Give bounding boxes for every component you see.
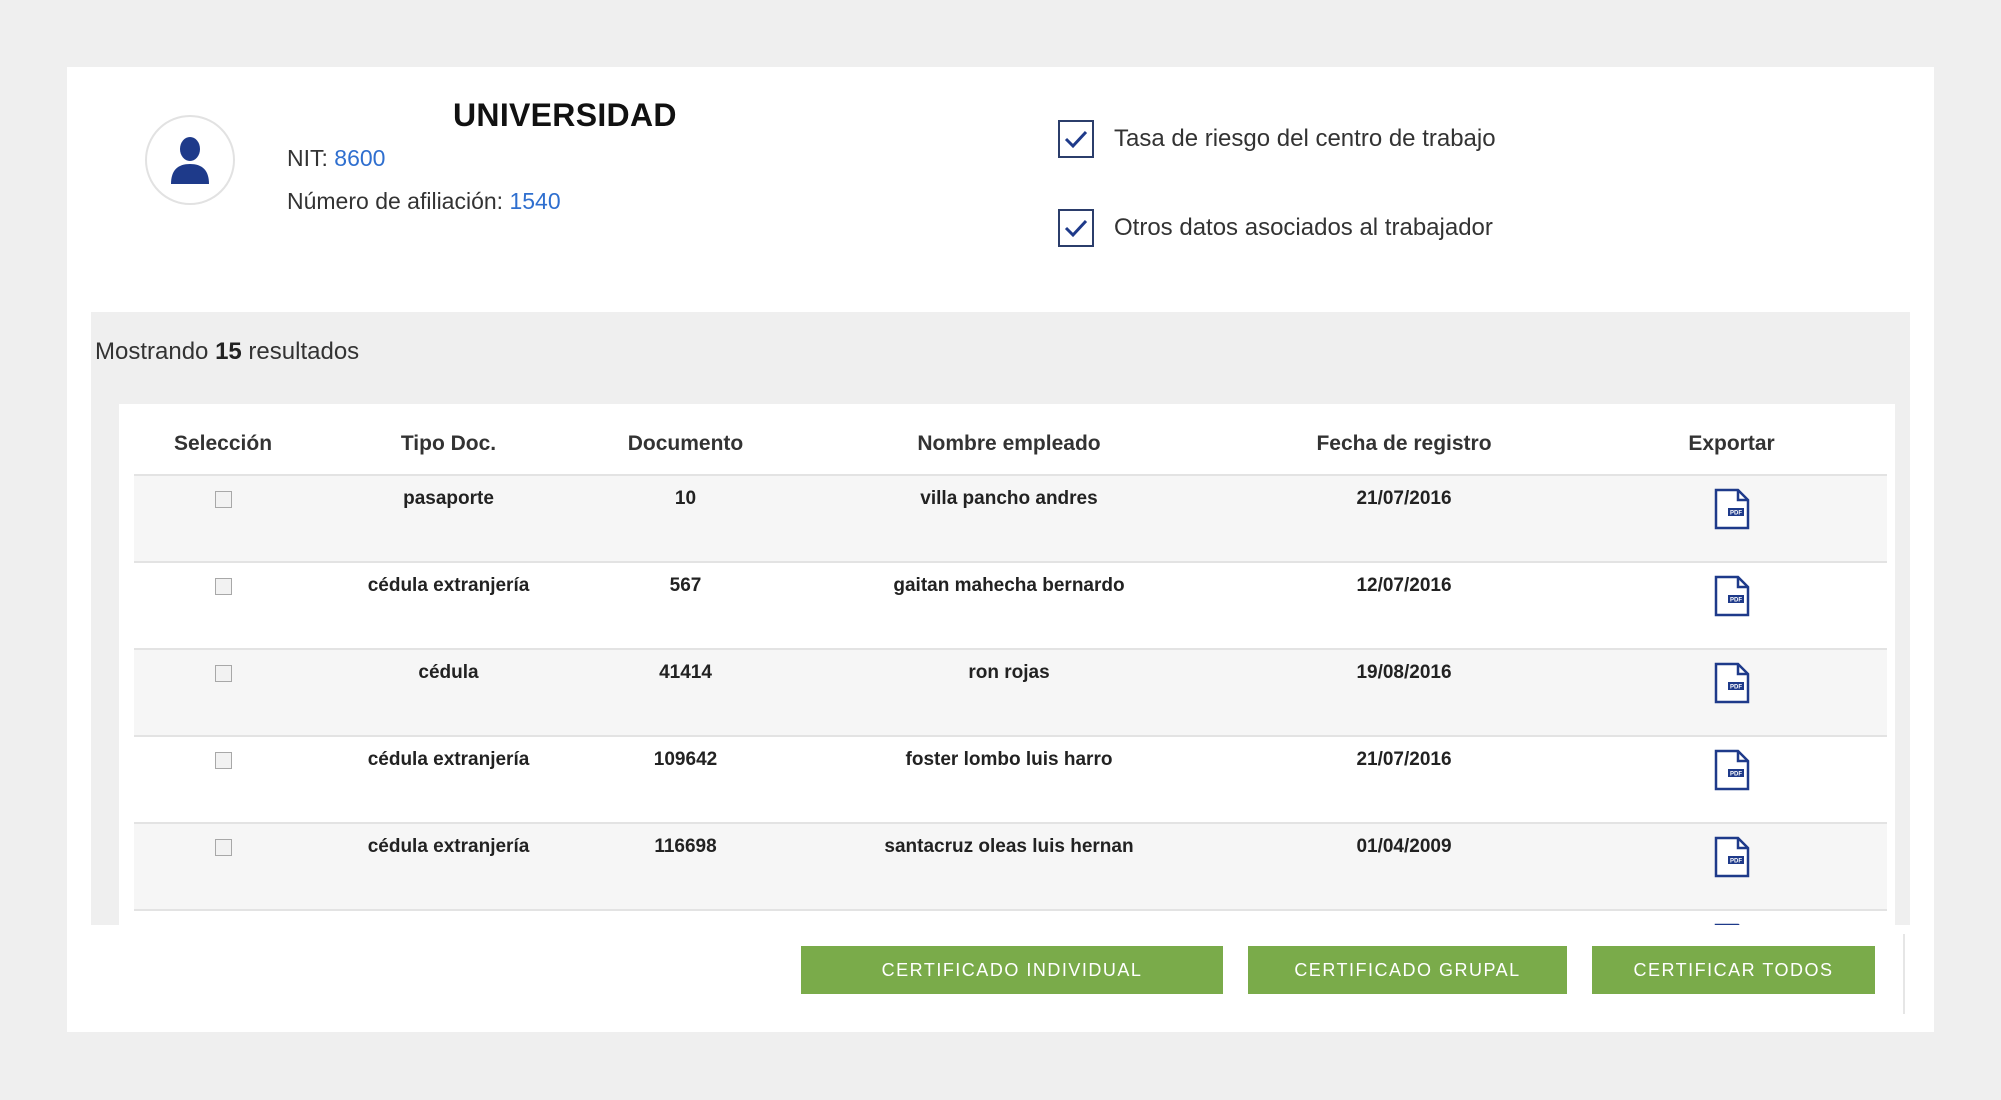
svg-text:PDF: PDF: [1730, 685, 1742, 691]
certificar-todos-button[interactable]: CERTIFICAR TODOS: [1592, 946, 1875, 994]
cell-seleccion: [134, 649, 312, 737]
cell-exportar: PDF: [1576, 910, 1887, 925]
cell-tipo-doc: cédula: [312, 649, 585, 737]
employees-table-container: Selección Tipo Doc. Documento Nombre emp…: [119, 404, 1895, 925]
pdf-file-icon[interactable]: PDF: [1714, 662, 1750, 710]
cell-tipo-doc: pasaporte: [312, 475, 585, 563]
cell-fecha: 01/04/2009: [1232, 823, 1576, 911]
cell-seleccion: [134, 475, 312, 563]
checkmark-icon: [1064, 130, 1088, 149]
row-select-checkbox[interactable]: [214, 578, 232, 595]
nit-label: NIT:: [287, 145, 335, 171]
nit-line: NIT: 8600: [287, 145, 385, 172]
cell-tipo-doc: cédula extranjería: [312, 823, 585, 911]
affiliation-line: Número de afiliación: 1540: [287, 188, 561, 215]
cell-documento: 41414: [585, 649, 786, 737]
column-header-seleccion[interactable]: Selección: [134, 414, 312, 476]
table-header-row: Selección Tipo Doc. Documento Nombre emp…: [134, 414, 1887, 476]
cell-exportar: PDF: [1576, 736, 1887, 824]
cell-fecha: 12/07/2016: [1232, 562, 1576, 650]
cell-fecha: 21/07/2016: [1232, 475, 1576, 563]
option-risk-rate[interactable]: Tasa de riesgo del centro de trabajo: [1058, 120, 1496, 158]
risk-rate-checkbox[interactable]: [1058, 120, 1094, 158]
cell-nombre: santacruz oleas luis hernan: [786, 823, 1232, 911]
other-data-checkbox[interactable]: [1058, 209, 1094, 247]
avatar: [145, 115, 235, 205]
cell-seleccion: [134, 562, 312, 650]
results-count: Mostrando 15 resultados: [95, 338, 360, 365]
checkmark-icon: [1064, 219, 1088, 238]
cell-nombre: foster lombo luis harro: [786, 736, 1232, 824]
cell-documento: 116698: [585, 823, 786, 911]
employer-card: UNIVERSIDAD NIT: 8600 Número de afiliaci…: [67, 67, 1934, 1032]
column-header-documento[interactable]: Documento: [585, 414, 786, 476]
row-select-checkbox[interactable]: [214, 665, 232, 682]
pdf-file-icon[interactable]: PDF: [1714, 488, 1750, 536]
table-row: cédula extranjería 109642 foster lombo lui…: [134, 736, 1887, 824]
cell-tipo-doc: cédula extranjería: [312, 562, 585, 650]
cell-nombre: ron rojas: [786, 649, 1232, 737]
company-name: UNIVERSIDAD: [453, 97, 677, 133]
cell-exportar: PDF: [1576, 649, 1887, 737]
divider: [1903, 934, 1905, 1014]
column-header-tipo-doc[interactable]: Tipo Doc.: [312, 414, 585, 476]
column-header-fecha[interactable]: Fecha de registro: [1232, 414, 1576, 476]
other-data-label: Otros datos asociados al trabajador: [1114, 214, 1493, 241]
option-other-data[interactable]: Otros datos asociados al trabajador: [1058, 209, 1493, 247]
svg-text:PDF: PDF: [1730, 859, 1742, 865]
table-row: cédula extranjería243120kagehira mari27/…: [134, 910, 1887, 925]
table-row: cédula extranjería 116698 santacruz oleas …: [134, 823, 1887, 911]
svg-text:PDF: PDF: [1730, 598, 1742, 604]
table-row: cédula 41414 ron rojas 19/08/2016 PDF: [134, 649, 1887, 737]
cell-exportar: PDF: [1576, 562, 1887, 650]
cell-seleccion: [134, 910, 312, 925]
cell-documento: 109642: [585, 736, 786, 824]
certificado-grupal-button[interactable]: CERTIFICADO GRUPAL: [1248, 946, 1567, 994]
cell-documento: 243120: [585, 910, 786, 925]
cell-nombre: gaitan mahecha bernardo: [786, 562, 1232, 650]
row-select-checkbox[interactable]: [214, 839, 232, 856]
pdf-file-icon[interactable]: PDF: [1714, 575, 1750, 623]
risk-rate-label: Tasa de riesgo del centro de trabajo: [1114, 125, 1496, 152]
column-header-exportar[interactable]: Exportar: [1576, 414, 1887, 476]
pdf-file-icon[interactable]: PDF: [1714, 923, 1750, 925]
cell-nombre: kagehira mari: [786, 910, 1232, 925]
affiliation-value: 1540: [509, 188, 561, 214]
table-row: cédula extranjería 567 gaitan mahecha bern…: [134, 562, 1887, 650]
cell-nombre: villa pancho andres: [786, 475, 1232, 563]
column-header-nombre[interactable]: Nombre empleado: [786, 414, 1232, 476]
employees-table: Selección Tipo Doc. Documento Nombre emp…: [134, 414, 1887, 925]
cell-documento: 567: [585, 562, 786, 650]
cell-seleccion: [134, 736, 312, 824]
cell-documento: 10: [585, 475, 786, 563]
table-body: pasaporte 10 villa pancho andres 21/07/2016…: [134, 475, 1887, 925]
pdf-file-icon[interactable]: PDF: [1714, 749, 1750, 797]
table-row: pasaporte 10 villa pancho andres 21/07/2016…: [134, 475, 1887, 563]
pdf-file-icon[interactable]: PDF: [1714, 836, 1750, 884]
cell-fecha: 21/07/2016: [1232, 736, 1576, 824]
cell-tipo-doc: cédula extranjería: [312, 910, 585, 925]
results-number: 15: [215, 338, 242, 365]
nit-value: 8600: [334, 145, 386, 171]
cell-seleccion: [134, 823, 312, 911]
cell-tipo-doc: cédula extranjería: [312, 736, 585, 824]
svg-text:PDF: PDF: [1730, 511, 1742, 517]
results-panel: Mostrando 15 resultados Selección Tipo D…: [91, 312, 1910, 925]
row-select-checkbox[interactable]: [214, 752, 232, 769]
certificado-individual-button[interactable]: CERTIFICADO INDIVIDUAL: [801, 946, 1223, 994]
cell-fecha: 27/07/2015: [1232, 910, 1576, 925]
cell-exportar: PDF: [1576, 823, 1887, 911]
svg-text:PDF: PDF: [1730, 772, 1742, 778]
user-icon: [171, 137, 209, 184]
cell-fecha: 19/08/2016: [1232, 649, 1576, 737]
cell-exportar: PDF: [1576, 475, 1887, 563]
row-select-checkbox[interactable]: [214, 491, 232, 508]
affiliation-label: Número de afiliación:: [287, 188, 510, 214]
